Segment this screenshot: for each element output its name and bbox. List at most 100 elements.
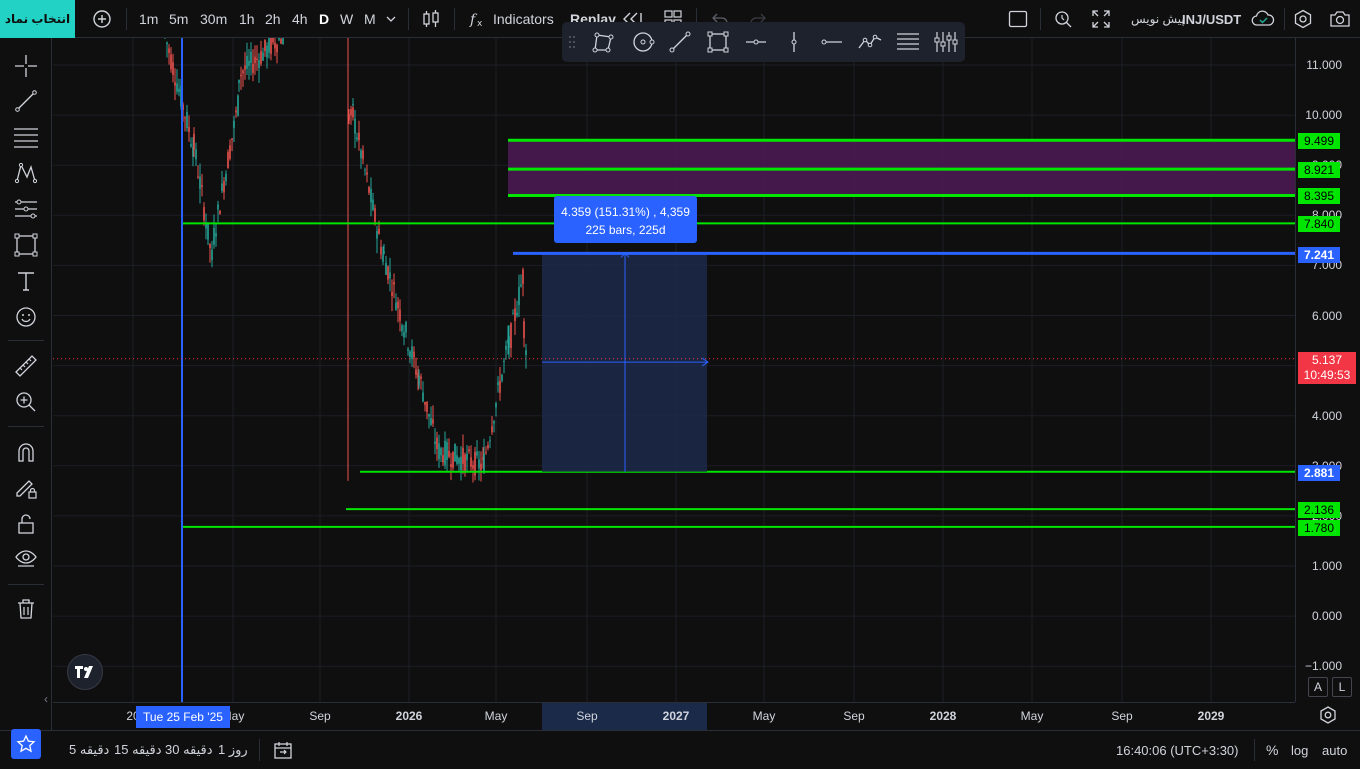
range-1d[interactable]: 1 روز [218, 731, 248, 769]
draw-lock-pencil-icon[interactable] [11, 473, 41, 503]
settings-gear-icon[interactable] [1292, 0, 1314, 38]
time-tick-label: May [484, 709, 508, 723]
timeframe-5m[interactable]: 5m [169, 0, 188, 38]
fullscreen-box-icon[interactable] [1007, 0, 1029, 38]
collapse-sidebar-arrow-icon[interactable]: ‹ [44, 692, 52, 706]
candle-body [383, 251, 385, 254]
horizontal-line-icon[interactable] [741, 27, 771, 57]
pattern-icon[interactable] [11, 158, 41, 188]
emoji-icon[interactable] [11, 302, 41, 332]
candle-body [442, 455, 444, 463]
fullscreen-icon[interactable] [1090, 0, 1112, 38]
percent-scale-toggle[interactable]: % [1266, 731, 1278, 769]
time-tick-label: Sep [1111, 709, 1133, 723]
zoom-in-icon[interactable] [11, 387, 41, 417]
price-axis[interactable]: 11.00010.0009.0008.0007.0006.0005.0004.0… [1295, 38, 1360, 702]
forecasting-icon[interactable] [11, 194, 41, 224]
timeframe-W[interactable]: W [340, 0, 353, 38]
chevron-down-icon[interactable] [384, 0, 398, 38]
measure-tooltip-line2: 225 bars, 225d [585, 223, 666, 237]
tradingview-logo-icon[interactable] [67, 654, 103, 690]
candle-body [170, 54, 172, 70]
candle-body [403, 332, 405, 338]
pitchfork-bars-icon[interactable] [931, 27, 961, 57]
price-level-label: 1.780 [1298, 520, 1340, 536]
crosshair-icon[interactable] [11, 51, 41, 81]
star-icon[interactable] [11, 728, 41, 759]
chart-settings-gear-icon[interactable] [1318, 705, 1340, 727]
camera-icon[interactable] [1328, 0, 1352, 38]
ruler-measure-icon[interactable] [11, 351, 41, 381]
range-5m[interactable]: 5 دقیقه [69, 731, 109, 769]
fib-retracement-icon[interactable] [11, 122, 41, 152]
candle-body [440, 448, 442, 456]
drag-handle-icon[interactable] [564, 27, 580, 57]
time-tick-label: May [1020, 709, 1044, 723]
timeframe-M[interactable]: M [364, 0, 376, 38]
candle-body [352, 103, 354, 106]
candle-body [354, 118, 356, 134]
text-tool-icon[interactable] [11, 266, 41, 296]
quick-search-icon[interactable] [1052, 0, 1074, 38]
candle-body [505, 345, 507, 350]
circle-tool-icon[interactable] [628, 27, 658, 57]
add-compare-icon[interactable] [90, 0, 114, 38]
path-tool-icon[interactable] [855, 27, 885, 57]
rectangle-icon[interactable] [11, 230, 41, 260]
box-tool-icon[interactable] [703, 27, 733, 57]
price-level-label: 9.499 [1298, 133, 1340, 149]
fib-levels-icon[interactable] [893, 27, 923, 57]
auto-scale-toggle[interactable]: auto [1322, 731, 1347, 769]
timeframe-1m[interactable]: 1m [139, 0, 158, 38]
timeframe-1h[interactable]: 1h [239, 0, 255, 38]
magnet-icon[interactable] [11, 437, 41, 467]
candle-body [233, 120, 235, 129]
candle-body [399, 309, 401, 321]
eye-visibility-icon[interactable] [11, 543, 41, 573]
timeframe-2h[interactable]: 2h [265, 0, 281, 38]
line-tool-icon[interactable] [665, 27, 695, 57]
polyline-tool-icon[interactable] [588, 27, 618, 57]
range-30m[interactable]: 30 دقیقه [165, 731, 213, 769]
candle-body [487, 445, 489, 448]
candle-body [213, 227, 215, 245]
log-scale-toggle[interactable]: log [1291, 731, 1308, 769]
favorites-button[interactable] [0, 718, 52, 769]
timeframe-30m[interactable]: 30m [200, 0, 227, 38]
chart-canvas[interactable] [53, 38, 1295, 702]
price-tick-label: 11.000 [1306, 58, 1342, 72]
candle-body [444, 440, 446, 466]
horizontal-ray-icon[interactable] [817, 27, 847, 57]
vertical-line-icon[interactable] [779, 27, 809, 57]
preview-label[interactable]: پیش نویس [1131, 0, 1185, 38]
candle-body [397, 301, 399, 309]
candle-body [395, 302, 397, 310]
symbol-name[interactable]: INJ/USDT [1182, 0, 1241, 38]
bar-countdown: 10:49:53 [1303, 368, 1351, 382]
trend-line-icon[interactable] [11, 86, 41, 116]
auto-scale-button[interactable]: A [1308, 677, 1328, 697]
timeframe-D[interactable]: D [319, 0, 329, 38]
symbol-search-button[interactable]: انتخاب نماد [0, 0, 75, 38]
fx-icon[interactable]: fx [468, 0, 488, 38]
candle-body [520, 284, 522, 287]
range-15m[interactable]: 15 دقیقه [114, 731, 162, 769]
candle-body [166, 42, 168, 45]
candles-icon[interactable] [420, 0, 442, 38]
timeframe-4h[interactable]: 4h [292, 0, 308, 38]
trash-icon[interactable] [11, 594, 41, 624]
candle-body [168, 48, 170, 53]
indicators-button[interactable]: Indicators [493, 0, 554, 38]
calendar-goto-icon[interactable] [272, 731, 294, 769]
candle-body [525, 350, 527, 356]
price-tick-label: 10.000 [1305, 108, 1342, 123]
cloud-save-icon[interactable] [1250, 0, 1276, 38]
clock-timezone[interactable]: 16:40:06 (UTC+3:30) [1116, 731, 1238, 769]
candle-body [195, 149, 197, 160]
time-axis[interactable]: 20 May Sep 2026 May Sep 2027 May Sep 2028 May Sep 20… [53, 702, 1295, 730]
lock-icon[interactable] [11, 509, 41, 539]
candle-body [499, 380, 501, 393]
log-scale-button[interactable]: L [1332, 677, 1352, 697]
candle-body [174, 82, 176, 86]
chart-pane[interactable]: 4.359 (151.31%) , 4,359 225 bars, 225d [53, 38, 1295, 702]
